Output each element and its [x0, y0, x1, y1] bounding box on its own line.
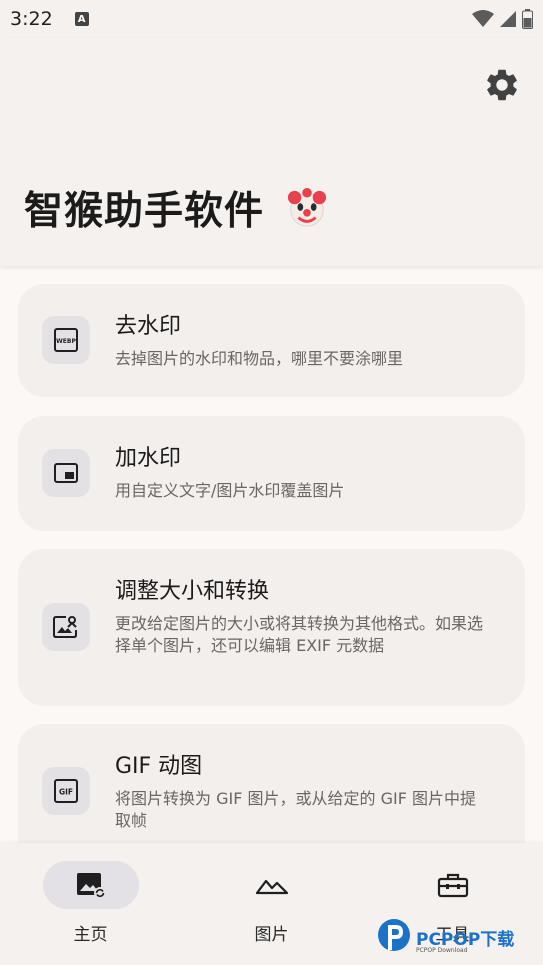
card-remove-watermark[interactable]: WEBP 去水印 去掉图片的水印和物品，哪里不要涂哪里: [18, 284, 525, 397]
status-time: 3:22: [10, 8, 53, 30]
card-title: 调整大小和转换: [115, 579, 270, 604]
watermark-text: PCPOP下载: [416, 929, 515, 950]
picture-in-picture-icon: [54, 463, 78, 483]
status-icons: [472, 9, 533, 29]
card-text: 去水印 去掉图片的水印和物品，哪里不要涂哪里: [115, 312, 485, 370]
nav-item-home[interactable]: 主页: [0, 843, 181, 965]
card-icon-container: [42, 603, 90, 651]
page-title: 智猴助手软件: [24, 189, 265, 234]
wifi-icon: [472, 10, 494, 27]
card-description: 去掉图片的水印和物品，哪里不要涂哪里: [115, 349, 404, 368]
card-icon-container: [42, 449, 90, 497]
home-image-icon: [76, 873, 106, 899]
clown-face-icon: [287, 187, 327, 227]
app-header: 智猴助手软件: [0, 38, 543, 266]
svg-text:WEBP: WEBP: [56, 338, 76, 345]
card-text: GIF 动图 将图片转换为 GIF 图片，或从给定的 GIF 图片中提取帧: [115, 752, 485, 832]
card-description: 用自定义文字/图片水印覆盖图片: [115, 481, 345, 500]
cellular-signal-icon: [500, 11, 516, 27]
card-icon-container: GIF: [42, 767, 90, 815]
nav-label: 图片: [254, 925, 289, 945]
gear-icon: [487, 69, 517, 101]
nav-item-images[interactable]: 图片: [181, 843, 362, 965]
battery-icon: [522, 9, 533, 29]
image-edit-icon: [53, 616, 77, 638]
mountains-icon: [255, 879, 288, 895]
card-text: 调整大小和转换 更改给定图片的大小或将其转换为其他格式。如果选择单个图片，还可以…: [115, 577, 485, 657]
toolbox-icon: [437, 873, 468, 898]
svg-text:GIF: GIF: [59, 788, 73, 797]
card-description: 将图片转换为 GIF 图片，或从给定的 GIF 图片中提取帧: [115, 789, 476, 830]
nav-active-indicator: [42, 861, 139, 909]
app-title-row: 智猴助手软件: [24, 180, 328, 236]
webp-icon: WEBP: [54, 328, 78, 352]
nav-icon-container: [405, 861, 501, 909]
nav-label: 主页: [73, 925, 108, 945]
pcpop-logo-icon: [378, 919, 410, 951]
gif-icon: GIF: [54, 779, 78, 803]
card-resize-convert[interactable]: 调整大小和转换 更改给定图片的大小或将其转换为其他格式。如果选择单个图片，还可以…: [18, 549, 525, 706]
card-title: 去水印: [115, 314, 182, 339]
card-description: 更改给定图片的大小或将其转换为其他格式。如果选择单个图片，还可以编辑 EXIF …: [115, 614, 484, 655]
settings-button[interactable]: [483, 66, 521, 104]
pcpop-watermark: PCPOP下载 PCPOP Download: [376, 913, 543, 961]
watermark-subtext: PCPOP Download: [416, 947, 468, 954]
card-text: 加水印 用自定义文字/图片水印覆盖图片: [115, 444, 485, 502]
nav-icon-container: [224, 861, 320, 909]
notification-icon: A: [74, 12, 89, 26]
status-bar: 3:22 A: [0, 0, 543, 38]
card-title: GIF 动图: [115, 754, 203, 779]
card-title: 加水印: [115, 446, 182, 471]
card-add-watermark[interactable]: 加水印 用自定义文字/图片水印覆盖图片: [18, 416, 525, 531]
card-icon-container: WEBP: [42, 316, 90, 364]
